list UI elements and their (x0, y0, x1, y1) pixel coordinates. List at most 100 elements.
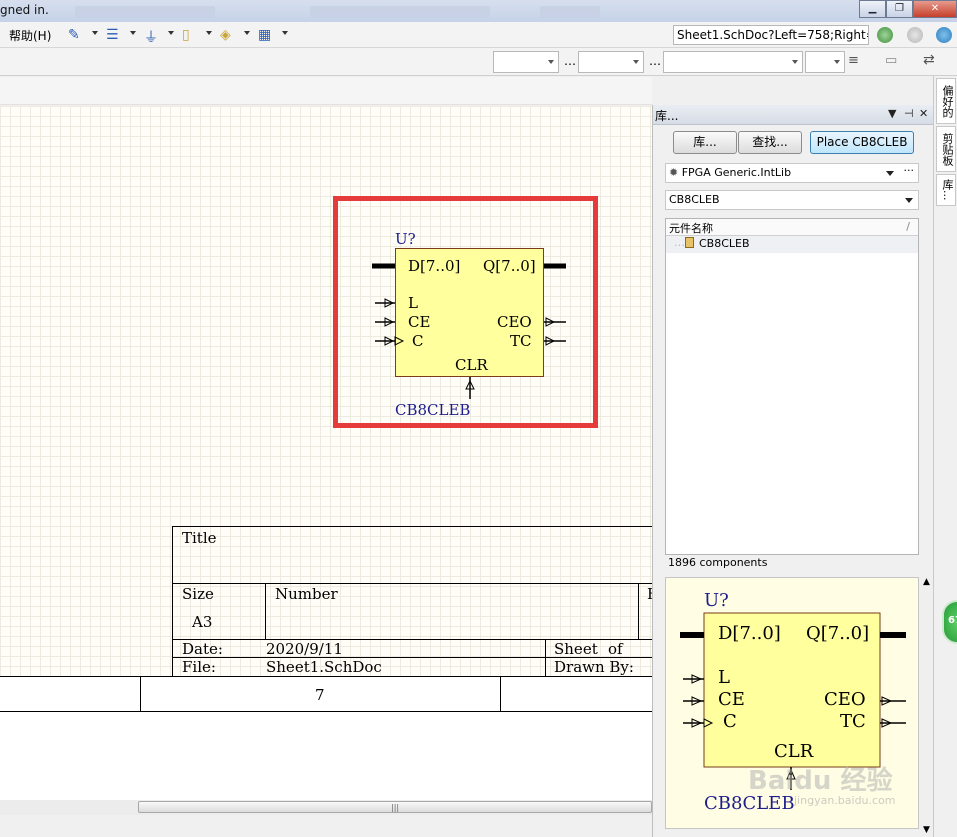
preview-pin-label: C (723, 711, 737, 732)
document-tab-strip (0, 77, 652, 105)
part-name: CB8CLEB (395, 401, 471, 419)
distribute-icon[interactable]: ▭ (885, 53, 897, 68)
libraries-button[interactable]: 库... (673, 131, 737, 154)
of-label: of (608, 640, 623, 658)
junction-icon[interactable]: ◈ (216, 25, 252, 45)
style-combo[interactable] (663, 51, 803, 73)
title-label: Title (182, 529, 217, 547)
pin-icon[interactable]: ⊣ (904, 107, 914, 120)
chip-icon: ✹ (669, 166, 679, 179)
zoom-combo[interactable] (805, 51, 845, 73)
sort-icon[interactable]: / (906, 220, 910, 233)
preview-scrollbar[interactable]: ▲ ▼ (920, 577, 934, 837)
title-bar: gned in. ▁ ❐ ✕ (0, 0, 957, 22)
close-panel-icon[interactable]: ✕ (919, 107, 928, 120)
minimize-button[interactable]: ▁ (859, 0, 886, 18)
watermark: Baidu 经验 (748, 766, 893, 796)
tab-libraries[interactable]: 库... (936, 174, 956, 206)
pin-label: TC (510, 332, 532, 350)
probe-icon[interactable]: ▯ (178, 25, 214, 45)
panel-title: 库... (655, 109, 679, 123)
library-panel: 库... ▼ ⊣ ✕ 库... 查找... Place CB8CLEB ✹ FP… (652, 105, 934, 837)
more-options-icon[interactable]: ··· (904, 164, 915, 177)
file-label: File: (182, 658, 216, 676)
number-label: Number (275, 585, 338, 603)
ground-icon[interactable]: ⏚ (140, 25, 176, 46)
preview-pin-label: CE (718, 689, 745, 710)
pin-label: Q[7..0] (483, 257, 536, 275)
formatting-toolbar: … … ≡ ▭ ⇄ (0, 48, 957, 76)
schematic-canvas[interactable]: U? D[7..0] L CE C Q[7..0] CEO TC CLR CB8… (0, 106, 652, 676)
title-block: Title Size A3 Number F Date: 2020/9/11 S… (172, 526, 652, 676)
component-name: CB8CLEB (699, 237, 750, 250)
size-label: Size (182, 585, 214, 603)
tab-clipboard[interactable]: 剪贴板 (936, 126, 956, 172)
home-icon[interactable] (936, 27, 952, 43)
preview-pin-label: Q[7..0] (806, 623, 870, 644)
canvas-blank-area (0, 712, 652, 800)
list-column-header[interactable]: 元件名称 / (666, 219, 918, 236)
component-icon (685, 237, 694, 248)
back-arrow-icon[interactable] (877, 27, 893, 43)
taskbar-tab[interactable] (310, 6, 490, 18)
list-item[interactable]: … CB8CLEB (666, 236, 918, 253)
column-header-label: 元件名称 (669, 222, 713, 235)
grid-icon[interactable]: ▦ (254, 25, 290, 45)
forward-arrow-icon[interactable] (907, 27, 923, 43)
bus-tool-icon[interactable]: ☰ (102, 25, 138, 45)
wire-tool-icon[interactable]: ✎ (64, 25, 100, 45)
pin-label: CEO (497, 313, 532, 331)
tab-favorites[interactable]: 偏好的 (936, 78, 956, 124)
place-component-button[interactable]: Place CB8CLEB (810, 131, 914, 154)
size-combo[interactable] (578, 51, 644, 73)
panel-header: 库... ▼ ⊣ ✕ (653, 105, 934, 125)
menu-help[interactable]: 帮助(H) (9, 27, 51, 44)
ellipsis: … (564, 54, 576, 68)
document-address-field[interactable]: Sheet1.SchDoc?Left=758;Right= (673, 25, 869, 45)
pin-label: L (408, 294, 418, 312)
window-controls: ▁ ❐ ✕ (859, 0, 957, 18)
main-toolbar: 帮助(H) ✎ ☰ ⏚ ▯ ◈ ▦ Sheet1.SchDoc?Left=758… (0, 22, 957, 48)
altium-designer-window: gned in. ▁ ❐ ✕ 帮助(H) ✎ ☰ ⏚ ▯ ◈ ▦ Sheet1.… (0, 0, 957, 837)
ellipsis: … (649, 54, 661, 68)
maximize-button[interactable]: ❐ (886, 0, 913, 18)
font-combo[interactable] (493, 51, 559, 73)
scrollbar-thumb[interactable]: ||| (138, 801, 652, 813)
preview-designator: U? (704, 590, 729, 611)
preview-pin-label: L (718, 667, 730, 688)
component-preview: U? D[7..0] L CE C Q[7..0] CEO TC CLR CB8… (665, 577, 919, 829)
preview-pin-label: TC (840, 711, 866, 732)
date-label: Date: (182, 640, 223, 658)
taskbar-tab[interactable] (540, 6, 600, 18)
signed-in-text: gned in. (0, 3, 49, 17)
library-name: FPGA Generic.IntLib (681, 166, 792, 179)
preview-pin-label: CLR (774, 741, 814, 762)
search-button[interactable]: 查找... (738, 131, 802, 154)
swap-icon[interactable]: ⇄ (923, 52, 935, 68)
wiring-toolbar: ✎ ☰ ⏚ ▯ ◈ ▦ (64, 25, 290, 46)
floating-badge[interactable]: 67 (942, 600, 957, 644)
drawn-by-label: Drawn By: (554, 658, 634, 676)
pin-label: D[7..0] (408, 257, 461, 275)
panel-menu-icon[interactable]: ▼ (888, 107, 896, 120)
library-select[interactable]: ✹ FPGA Generic.IntLib ··· (665, 163, 919, 183)
ruler-number: 7 (315, 686, 325, 704)
filter-value: CB8CLEB (669, 193, 720, 206)
file-value: Sheet1.SchDoc (266, 658, 382, 676)
size-value: A3 (192, 613, 213, 631)
pin-label: CE (408, 313, 431, 331)
badge-text: 67 (948, 615, 957, 626)
pin-label: CLR (455, 356, 488, 374)
sheet-border-ruler: 7 (0, 676, 652, 713)
component-list[interactable]: 元件名称 / … CB8CLEB (665, 218, 919, 555)
preview-pin-label: D[7..0] (718, 623, 781, 644)
chevron-up-icon[interactable]: ▲ (923, 577, 930, 587)
side-panel-tabs: 偏好的 剪贴板 库... (933, 76, 957, 837)
chevron-down-icon[interactable]: ▼ (923, 825, 930, 835)
align-icon[interactable]: ≡ (848, 53, 859, 68)
tree-line: … (674, 236, 685, 249)
filter-combo[interactable]: CB8CLEB (665, 190, 919, 210)
taskbar-tab[interactable] (75, 6, 215, 18)
close-button[interactable]: ✕ (913, 0, 957, 18)
horizontal-scrollbar[interactable]: ||| (0, 800, 652, 815)
